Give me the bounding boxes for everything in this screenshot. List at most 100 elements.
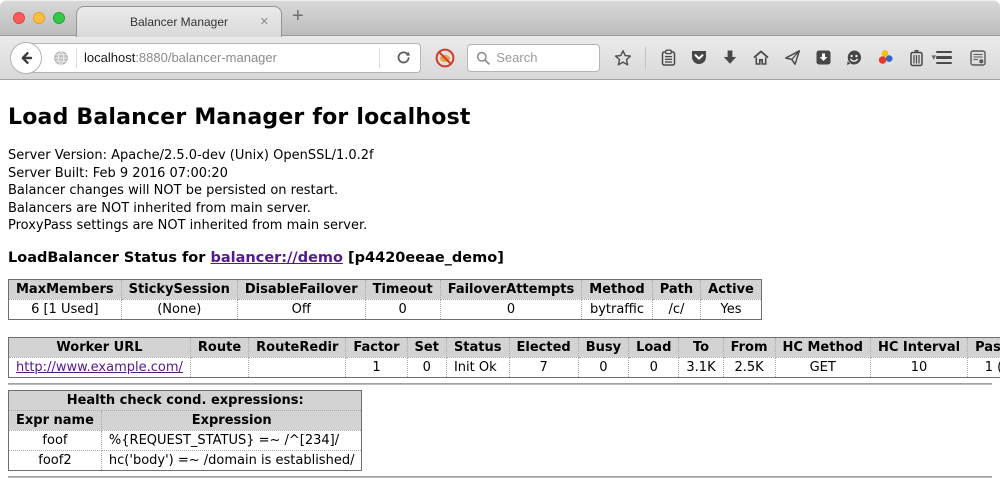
window-close-button[interactable] — [13, 12, 25, 24]
bookmark-star-button[interactable] — [613, 47, 633, 69]
table-cell: Yes — [701, 299, 762, 319]
table-row: http://www.example.com/ 1 0 Init Ok 7 0 … — [9, 357, 1000, 377]
balancer-settings-table: MaxMembers StickySession DisableFailover… — [8, 279, 762, 320]
colored-dots-icon — [877, 49, 894, 66]
window-minimize-button[interactable] — [33, 12, 45, 24]
table-header-cell: Elected — [509, 337, 578, 357]
smiley-balloon-icon — [845, 49, 863, 67]
table-header-cell: Path — [652, 279, 700, 299]
table-cell: bytraffic — [582, 299, 652, 319]
table-cell — [190, 357, 248, 377]
blocked-content-icon — [434, 47, 456, 69]
search-bar[interactable] — [467, 44, 600, 72]
send-tab-button[interactable] — [782, 47, 802, 69]
container-icon — [909, 49, 924, 67]
window-zoom-button[interactable] — [53, 12, 65, 24]
bookmark-star-icon — [614, 49, 632, 67]
table-header-cell: From — [723, 337, 775, 357]
notice-line: ProxyPass settings are NOT inherited fro… — [8, 217, 992, 235]
url-text: localhost:8880/balancer-manager — [84, 50, 277, 65]
loadbalancer-status-heading: LoadBalancer Status for balancer://demo … — [8, 250, 992, 266]
save-to-drive-button[interactable] — [813, 47, 833, 69]
table-header-cell: Worker URL — [9, 337, 191, 357]
back-arrow-icon — [18, 50, 34, 66]
table-header-cell: MaxMembers — [9, 279, 122, 299]
page-title: Load Balancer Manager for localhost — [8, 80, 992, 130]
table-cell: Off — [237, 299, 365, 319]
square-download-icon — [815, 49, 832, 66]
search-input[interactable] — [496, 50, 586, 65]
page-bottom-divider — [8, 476, 992, 478]
worker-url-link[interactable]: http://www.example.com/ — [16, 360, 183, 375]
page-content: Load Balancer Manager for localhost Serv… — [0, 80, 1000, 478]
url-bar[interactable]: localhost:8880/balancer-manager — [26, 43, 421, 73]
reload-icon — [396, 50, 411, 65]
downloads-button[interactable] — [720, 47, 740, 69]
tab-balancer-manager[interactable]: Balancer Manager ✕ — [76, 6, 282, 37]
toolbar-icons: ▾ — [613, 47, 936, 69]
table-cell: 10 — [870, 357, 967, 377]
table-header-row: MaxMembers StickySession DisableFailover… — [9, 279, 762, 299]
table-cell: Init Ok — [446, 357, 509, 377]
clipboard-list-icon — [660, 49, 677, 67]
expr-name-cell: foof — [9, 430, 102, 450]
home-icon — [752, 49, 770, 66]
health-table-title: Health check cond. expressions: — [9, 390, 362, 410]
forum-button[interactable] — [844, 47, 864, 69]
table-cell: /c/ — [652, 299, 700, 319]
table-cell: 3.1K — [679, 357, 723, 377]
table-cell: (None) — [121, 299, 237, 319]
table-cell: 1 (0) — [968, 357, 1000, 377]
hamburger-icon — [936, 51, 952, 54]
table-cell: 0 — [365, 299, 440, 319]
table-cell: GET — [775, 357, 870, 377]
pocket-button[interactable] — [689, 47, 709, 69]
server-info: Server Version: Apache/2.5.0-dev (Unix) … — [8, 147, 992, 235]
paper-plane-icon — [784, 49, 801, 66]
table-header-row: Expr name Expression — [9, 410, 362, 430]
table-header-cell: Busy — [578, 337, 628, 357]
table-cell: 6 [1 Used] — [9, 299, 122, 319]
table-header-cell: Route — [190, 337, 248, 357]
table-cell: 7 — [509, 357, 578, 377]
table-cell: 0 — [629, 357, 679, 377]
table-row: foof %{REQUEST_STATUS} =~ /^[234]/ — [9, 430, 362, 450]
menu-button[interactable] — [936, 51, 952, 65]
colored-dots-extension-button[interactable] — [875, 47, 895, 69]
browser-window: Balancer Manager ✕ + — [0, 0, 1000, 491]
expr-value-cell: hc('body') =~ /domain is established/ — [101, 450, 362, 470]
window-controls — [13, 12, 65, 24]
urlbar-separator — [379, 48, 380, 68]
content-blocked-button[interactable] — [434, 47, 456, 69]
window-titlebar: Balancer Manager ✕ + — [0, 0, 1000, 36]
sidebar-grid-button[interactable] — [968, 47, 988, 69]
worker-status-table: Worker URL Route RouteRedir Factor Set S… — [8, 337, 1000, 378]
tab-title: Balancer Manager — [130, 15, 228, 29]
back-button[interactable] — [10, 42, 42, 74]
table-cell: 0 — [407, 357, 446, 377]
balancer-demo-link[interactable]: balancer://demo — [210, 250, 343, 266]
health-check-expressions-table: Health check cond. expressions: Expr nam… — [8, 390, 362, 471]
reload-button[interactable] — [387, 50, 420, 65]
page-grid-icon — [969, 49, 987, 67]
reading-list-button[interactable] — [658, 47, 678, 69]
globe-icon — [53, 50, 69, 66]
expr-value-cell: %{REQUEST_STATUS} =~ /^[234]/ — [101, 430, 362, 450]
table-title-row: Health check cond. expressions: — [9, 390, 362, 410]
table-header-cell: HC Interval — [870, 337, 967, 357]
status-heading-suffix: [p4420eeae_demo] — [343, 250, 504, 266]
table-header-cell: Passes — [968, 337, 1000, 357]
tab-close-icon[interactable]: ✕ — [260, 15, 269, 29]
table-cell: 0 — [440, 299, 582, 319]
home-button[interactable] — [751, 47, 771, 69]
expr-name-cell: foof2 — [9, 450, 102, 470]
table-header-cell: FailoverAttempts — [440, 279, 582, 299]
container-extension-button[interactable] — [906, 47, 926, 69]
table-header-cell: HC Method — [775, 337, 870, 357]
table-row: 6 [1 Used] (None) Off 0 0 bytraffic /c/ … — [9, 299, 762, 319]
url-domain: localhost — [84, 50, 135, 65]
new-tab-button[interactable]: + — [292, 5, 304, 28]
download-arrow-icon — [722, 49, 738, 66]
table-header-cell: Expression — [101, 410, 362, 430]
table-header-cell: Factor — [346, 337, 407, 357]
